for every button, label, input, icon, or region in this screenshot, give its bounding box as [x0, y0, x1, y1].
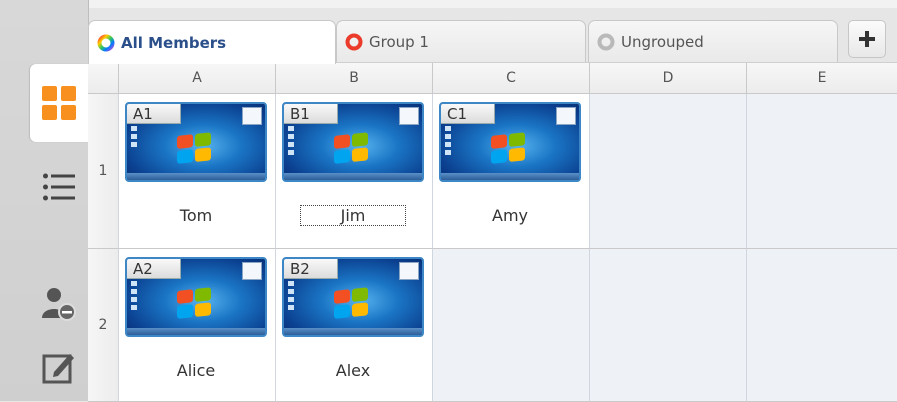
column-header: D: [589, 63, 746, 93]
empty-cell[interactable]: [746, 94, 897, 249]
seat-label: C1: [441, 104, 495, 124]
member-name: Alex: [335, 361, 371, 380]
column-header: A: [118, 63, 275, 93]
list-view-icon: [43, 173, 75, 201]
windows-logo-icon: [177, 287, 213, 321]
edit-button[interactable]: [30, 332, 88, 401]
tab-label: Group 1: [369, 32, 429, 51]
member-name: Tom: [179, 206, 213, 225]
tab-group-1[interactable]: Group 1: [336, 20, 586, 62]
screen-thumbnail[interactable]: A2: [125, 257, 267, 337]
windows-logo-icon: [334, 287, 370, 321]
tab-all-members[interactable]: All Members: [88, 20, 336, 64]
add-group-button[interactable]: [848, 20, 886, 58]
thumbnail-view-icon: [42, 86, 76, 120]
select-checkbox[interactable]: [242, 107, 262, 125]
red-ring-icon: [345, 33, 363, 50]
member-cell-a2[interactable]: A2 Alice: [118, 249, 275, 402]
member-name: Jim: [282, 205, 424, 226]
gray-ring-icon: [597, 33, 615, 50]
screen-thumbnail[interactable]: A1: [125, 102, 267, 182]
plus-icon: [859, 31, 875, 47]
tab-label: All Members: [121, 33, 227, 52]
select-checkbox[interactable]: [399, 262, 419, 280]
seat-label: A2: [127, 259, 181, 279]
empty-cell[interactable]: [432, 249, 589, 402]
sidebar: [0, 0, 89, 401]
windows-logo-icon: [334, 132, 370, 166]
column-header: B: [275, 63, 432, 93]
member-name: Amy: [492, 206, 528, 225]
column-header: E: [746, 63, 897, 93]
tab-ungrouped[interactable]: Ungrouped: [588, 20, 838, 62]
row-header: 2: [88, 249, 118, 402]
empty-cell[interactable]: [589, 94, 746, 249]
member-name-text: Jim: [299, 205, 407, 226]
windows-logo-icon: [491, 132, 527, 166]
tab-label: Ungrouped: [621, 32, 704, 51]
column-header-row: A B C D E: [88, 63, 897, 94]
member-cell-b2[interactable]: B2 Alex: [275, 249, 432, 402]
empty-cell[interactable]: [746, 249, 897, 402]
list-view-button[interactable]: [30, 148, 88, 226]
member-cell-a1[interactable]: A1 Tom: [118, 94, 275, 249]
windows-logo-icon: [177, 132, 213, 166]
member-cell-c1[interactable]: C1 Amy: [432, 94, 589, 249]
rainbow-ring-icon: [97, 34, 115, 51]
window-frame-top: [0, 0, 897, 8]
seat-label: B1: [284, 104, 338, 124]
seat-grid: A B C D E 1 2 A1 Tom B1 Jim C1 Amy A2 Al…: [88, 62, 897, 402]
select-checkbox[interactable]: [399, 107, 419, 125]
seat-label: B2: [284, 259, 338, 279]
screen-thumbnail[interactable]: B2: [282, 257, 424, 337]
group-tabs: All Members Group 1 Ungrouped: [88, 20, 897, 64]
row-header: 1: [88, 94, 118, 249]
member-cell-b1[interactable]: B1 Jim: [275, 94, 432, 249]
empty-cell[interactable]: [589, 249, 746, 402]
screen-thumbnail[interactable]: C1: [439, 102, 581, 182]
user-remove-icon: [42, 288, 76, 321]
member-name: Alice: [176, 361, 216, 380]
select-checkbox[interactable]: [556, 107, 576, 125]
select-checkbox[interactable]: [242, 262, 262, 280]
screen-thumbnail[interactable]: B1: [282, 102, 424, 182]
seat-label: A1: [127, 104, 181, 124]
edit-icon: [42, 353, 74, 383]
column-header: C: [432, 63, 589, 93]
thumbnail-view-button[interactable]: [30, 64, 88, 142]
